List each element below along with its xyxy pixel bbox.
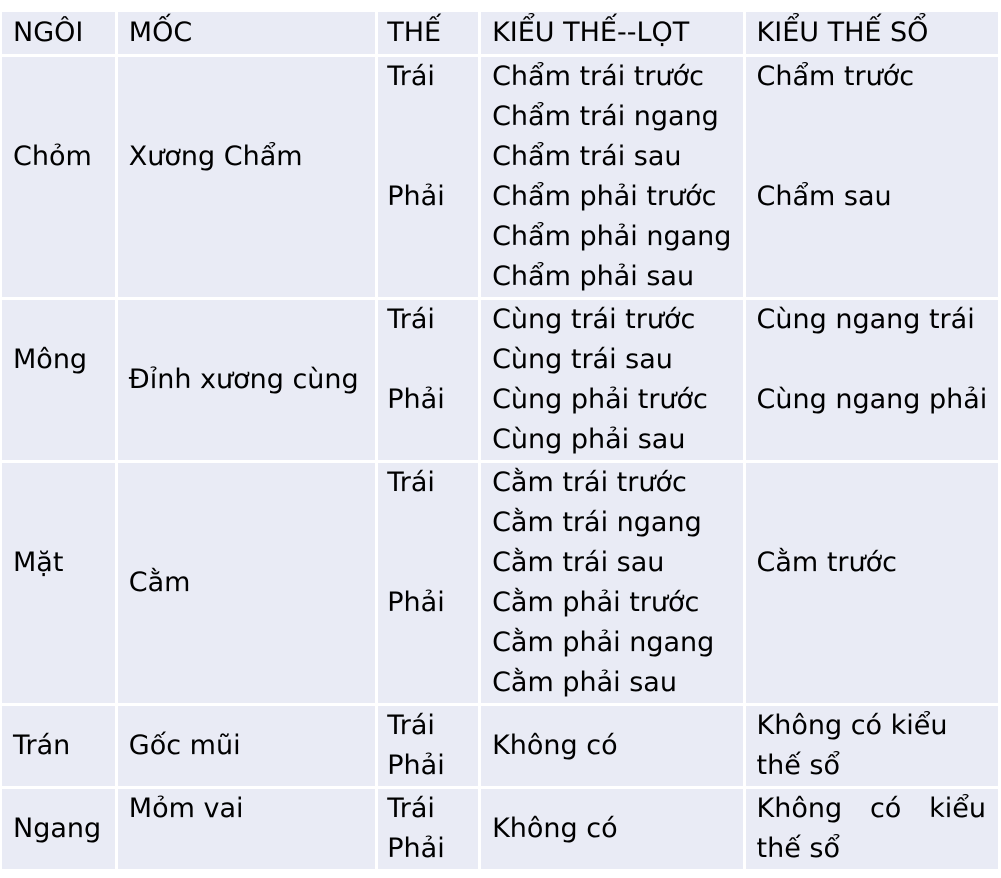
table-row: Mặt Cằm Trái Phải Cằm trái trước Cằm trá… (2, 463, 999, 706)
cell-ngoi: Chỏm (2, 57, 115, 297)
so-text: Cùng ngang trái (756, 304, 975, 335)
so-text: thế sổ (756, 833, 841, 864)
moc-text: Mỏm vai (128, 793, 244, 824)
presentation-table: NGÔI MỐC THẾ KIỂU THẾ--LỌT KIỂU THẾ SỔ C… (2, 12, 999, 869)
lot-text: Không có (492, 813, 618, 844)
the-text: Phải (387, 384, 445, 415)
list-item: Cằm phải ngang (492, 627, 715, 658)
list-item: Cằm trái sau (492, 547, 665, 578)
cell-kieu-the-so: Chẩm trước Chẩm sau (745, 57, 999, 297)
the-text: Phải (387, 833, 445, 864)
lot-text: Không có (492, 730, 618, 761)
ngoi-text: Chỏm (13, 141, 92, 172)
so-word: Không (756, 793, 843, 824)
the-text: Trái (387, 467, 435, 498)
header-cell-kieu-the-lot: KIỂU THẾ--LỌT (481, 12, 743, 54)
list-item: Cằm trái trước (492, 467, 687, 498)
list-item: Chẩm phải sau (492, 261, 695, 292)
list-item: Chẩm trái trước (492, 61, 704, 92)
header-label: MỐC (128, 17, 193, 48)
the-text: Phải (387, 181, 445, 212)
table-header-row: NGÔI MỐC THẾ KIỂU THẾ--LỌT KIỂU THẾ SỔ (2, 12, 999, 57)
so-justified-line: Không có kiểu (757, 789, 998, 829)
cell-kieu-the-so: Không có kiểu thế sổ (745, 706, 999, 786)
moc-text: Gốc mũi (128, 730, 241, 761)
cell-moc: Mỏm vai (117, 789, 376, 869)
ngoi-text: Trán (13, 730, 71, 761)
cell-moc: Xương Chẩm (117, 57, 376, 297)
header-label: KIỂU THẾ SỔ (756, 17, 929, 48)
the-text: Phải (387, 587, 445, 618)
so-text: Cùng ngang phải (756, 384, 988, 415)
list-item: Chẩm phải ngang (492, 221, 732, 252)
table-row: Chỏm Xương Chẩm Trái Phải Chẩm trái trướ… (2, 57, 999, 300)
cell-kieu-the-lot: Không có (481, 706, 743, 786)
header-cell-the: THẾ (378, 12, 479, 54)
the-text: Trái (387, 710, 435, 741)
list-item: Cùng phải sau (492, 424, 686, 455)
so-text: Cằm trước (756, 547, 897, 578)
so-word: kiểu (929, 793, 986, 824)
table-row: Ngang Mỏm vai Trái Phải Không có Không c… (2, 789, 999, 869)
moc-text: Xương Chẩm (128, 141, 303, 172)
cell-ngoi: Mặt (2, 463, 115, 703)
so-text: Chẩm trước (756, 61, 915, 92)
list-item: Cùng trái sau (492, 344, 673, 375)
list-item: Cằm phải sau (492, 667, 677, 698)
cell-moc: Cằm (117, 463, 376, 703)
table-row: Trán Gốc mũi Trái Phải Không có Không có… (2, 706, 999, 789)
cell-kieu-the-lot: Cùng trái trước Cùng trái sau Cùng phải … (481, 300, 743, 460)
the-text: Trái (387, 304, 435, 335)
cell-kieu-the-lot: Chẩm trái trước Chẩm trái ngang Chẩm trá… (481, 57, 743, 297)
cell-ngoi: Ngang (2, 789, 115, 869)
so-text: Chẩm sau (756, 181, 892, 212)
header-label: KIỂU THẾ--LỌT (492, 17, 690, 48)
cell-the: Trái Phải (378, 300, 479, 460)
the-text: Trái (387, 793, 435, 824)
list-item: Cùng phải trước (492, 384, 708, 415)
header-cell-moc: MỐC (117, 12, 376, 54)
cell-ngoi: Trán (2, 706, 115, 786)
cell-ngoi: Mông (2, 300, 115, 460)
cell-the: Trái Phải (378, 463, 479, 703)
cell-the: Trái Phải (378, 706, 479, 786)
so-text: Không có kiểu (756, 710, 948, 741)
header-cell-kieu-the-so: KIỂU THẾ SỔ (745, 12, 999, 54)
moc-text: Cằm (128, 567, 191, 598)
list-item: Cằm phải trước (492, 587, 700, 618)
header-label: THẾ (387, 17, 442, 48)
so-word: có (869, 793, 902, 824)
list-item: Cằm trái ngang (492, 507, 702, 538)
the-text: Trái (387, 61, 435, 92)
ngoi-text: Ngang (13, 813, 102, 844)
cell-the: Trái Phải (378, 789, 479, 869)
cell-moc: Đỉnh xương cùng (117, 300, 376, 460)
list-item: Chẩm trái sau (492, 141, 682, 172)
list-item: Cùng trái trước (492, 304, 696, 335)
header-label: NGÔI (13, 17, 84, 48)
table-row: Mông Đỉnh xương cùng Trái Phải Cùng trái… (2, 300, 999, 463)
cell-kieu-the-lot: Cằm trái trước Cằm trái ngang Cằm trái s… (481, 463, 743, 703)
ngoi-text: Mông (13, 344, 88, 375)
cell-kieu-the-so: Không có kiểu thế sổ (745, 789, 999, 869)
moc-text: Đỉnh xương cùng (128, 364, 359, 395)
cell-the: Trái Phải (378, 57, 479, 297)
cell-kieu-the-so: Cùng ngang trái Cùng ngang phải (745, 300, 999, 460)
list-item: Chẩm trái ngang (492, 101, 719, 132)
cell-kieu-the-lot: Không có (481, 789, 743, 869)
list-item: Chẩm phải trước (492, 181, 717, 212)
cell-moc: Gốc mũi (117, 706, 376, 786)
the-text: Phải (387, 750, 445, 781)
cell-kieu-the-so: Cằm trước (745, 463, 999, 703)
so-text: thế sổ (756, 750, 841, 781)
ngoi-text: Mặt (13, 547, 64, 578)
header-cell-ngoi: NGÔI (2, 12, 115, 54)
